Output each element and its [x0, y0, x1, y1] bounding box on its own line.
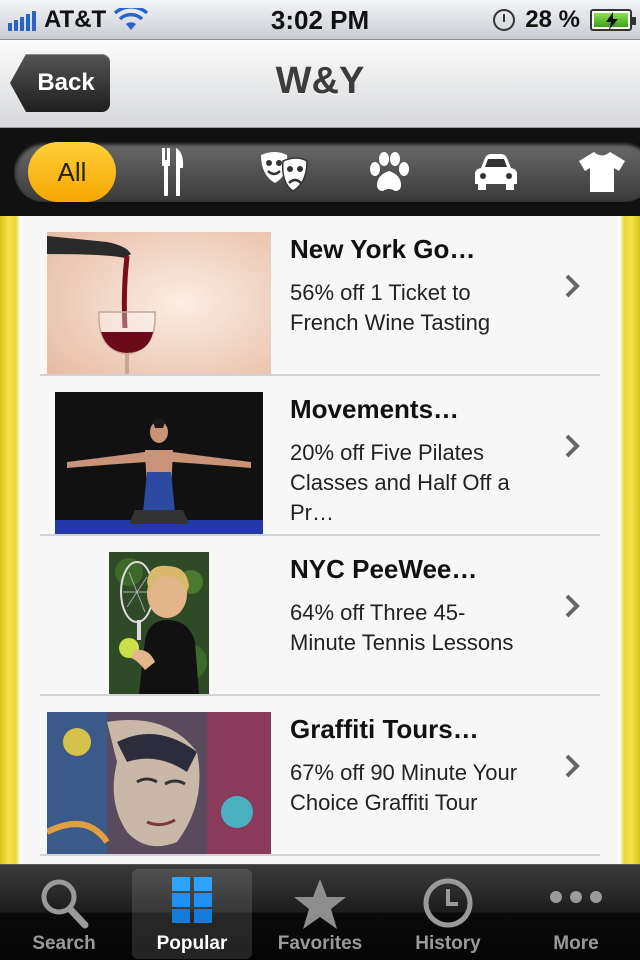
deal-description: 64% off Three 45-Minute Tennis Lessons [290, 600, 514, 655]
tab-label: Search [32, 933, 96, 954]
magnifier-icon [41, 879, 89, 929]
deal-title: Movements… [290, 394, 460, 424]
car-icon [475, 154, 517, 190]
tab-label: Popular [156, 933, 228, 954]
deal-title: New York Go… [290, 234, 476, 264]
tab-history[interactable]: History [388, 869, 508, 959]
tab-label: History [415, 933, 481, 954]
theater-masks-icon [261, 152, 308, 192]
deal-row[interactable]: Graffiti Tours… 67% off 90 Minute Your C… [40, 696, 600, 856]
deal-row[interactable]: NYC PeeWee… 64% off Three 45-Minute Tenn… [40, 536, 600, 696]
tab-favorites[interactable]: Favorites [260, 869, 380, 959]
fork-knife-icon [162, 148, 184, 196]
chevron-right-icon [565, 594, 580, 618]
category-pets-button[interactable] [364, 142, 414, 202]
tab-popular[interactable]: Popular [132, 869, 252, 959]
deals-list[interactable]: New York Go… 56% off 1 Ticket to French … [22, 216, 618, 864]
category-apparel-button[interactable] [576, 142, 628, 202]
deal-title: Graffiti Tours… [290, 714, 479, 744]
category-entertainment-button[interactable] [256, 142, 312, 202]
category-bar: All [0, 128, 640, 216]
graffiti-photo [47, 712, 271, 854]
deal-description: 20% off Five Pilates Classes and Half Of… [290, 440, 510, 525]
chevron-right-icon [565, 434, 580, 458]
category-auto-button[interactable] [472, 142, 520, 202]
tennis-girl-photo [109, 552, 209, 694]
pilates-photo [55, 392, 263, 534]
navigation-bar: Back W&Y [0, 40, 640, 128]
alarm-clock-icon [493, 9, 516, 31]
more-dots-icon [550, 891, 602, 903]
chevron-right-icon [565, 274, 580, 298]
deal-description: 56% off 1 Ticket to French Wine Tasting [290, 280, 491, 335]
tab-bar: Search Popular Favorites History More [0, 864, 640, 960]
deal-title: NYC PeeWee… [290, 554, 478, 584]
category-all-button[interactable]: All [28, 142, 116, 202]
paw-icon [370, 152, 409, 191]
deal-row[interactable]: Movements… 20% off Five Pilates Classes … [40, 376, 600, 536]
star-icon [294, 879, 346, 929]
tab-label: More [553, 933, 599, 954]
clock-icon [423, 878, 473, 928]
tab-label: Favorites [277, 933, 363, 954]
grid-icon [172, 877, 212, 923]
tab-more[interactable]: More [516, 869, 636, 959]
tab-search[interactable]: Search [4, 869, 124, 959]
status-bar: AT&T 3:02 PM 28 % [0, 0, 640, 40]
tshirt-icon [579, 152, 625, 192]
chevron-right-icon [565, 754, 580, 778]
wine-pour-photo [47, 232, 271, 374]
page-title: W&Y [275, 60, 365, 102]
deal-row[interactable]: New York Go… 56% off 1 Ticket to French … [40, 216, 600, 376]
deal-description: 67% off 90 Minute Your Choice Graffiti T… [290, 760, 518, 815]
battery-percent: 28 % [525, 6, 580, 33]
category-dining-button[interactable] [150, 142, 196, 202]
battery-icon [590, 9, 636, 31]
